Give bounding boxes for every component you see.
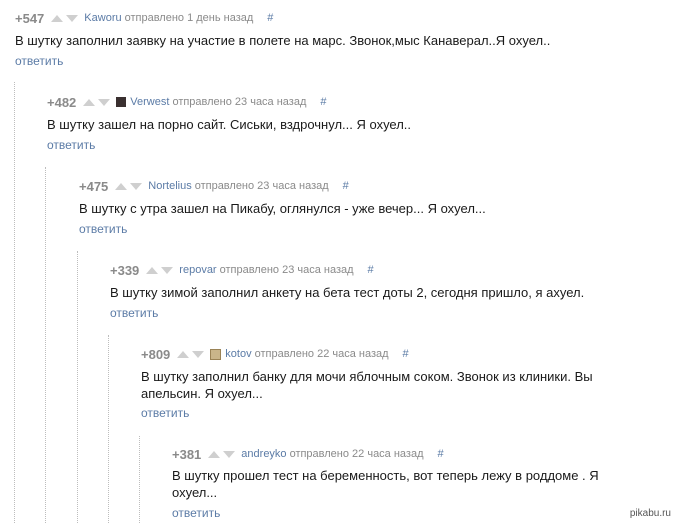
comment-permalink[interactable]: # xyxy=(343,180,349,192)
avatar xyxy=(116,97,127,107)
reply-link[interactable]: ответить xyxy=(172,506,220,520)
thread-line xyxy=(45,167,46,523)
thread-line xyxy=(14,82,15,523)
comment-text: В шутку зимой заполнил анкету на бета те… xyxy=(110,285,585,300)
comment-rating: +339 xyxy=(110,262,140,278)
vote-controls xyxy=(208,450,236,458)
vote-down-icon[interactable] xyxy=(98,98,111,106)
comment: +339 repovar отправлено 23 часа назад # … xyxy=(110,262,650,322)
vote-controls xyxy=(115,182,143,190)
comment: +475 Nortelius отправлено 23 часа назад … xyxy=(79,178,649,238)
vote-controls xyxy=(83,98,111,106)
comment-meta: +381 andreyko отправлено 22 часа назад # xyxy=(172,446,444,462)
reply-link[interactable]: ответить xyxy=(47,138,95,152)
comment-text: В шутку заполнил заявку на участие в пол… xyxy=(15,33,551,48)
vote-down-icon[interactable] xyxy=(192,350,205,358)
comment-timestamp: отправлено 1 день назад xyxy=(124,12,254,24)
comment-timestamp: отправлено 23 часа назад xyxy=(219,264,354,276)
comment-rating: +809 xyxy=(141,346,171,362)
reply-link[interactable]: ответить xyxy=(141,406,189,420)
comment: +482 Verwest отправлено 23 часа назад # … xyxy=(47,94,647,154)
thread-line xyxy=(108,335,109,523)
comment-meta: +547 Kaworu отправлено 1 день назад # xyxy=(15,10,273,26)
vote-controls xyxy=(146,266,174,274)
comment-meta: +809 kotov отправлено 22 часа назад # xyxy=(141,346,409,362)
vote-up-icon[interactable] xyxy=(115,182,128,190)
comment-timestamp: отправлено 23 часа назад xyxy=(172,96,307,108)
vote-controls xyxy=(177,350,205,358)
comment-rating: +482 xyxy=(47,94,77,110)
comment-author[interactable]: Nortelius xyxy=(148,180,191,192)
comment: +809 kotov отправлено 22 часа назад # В … xyxy=(141,346,601,426)
vote-up-icon[interactable] xyxy=(146,266,159,274)
comment-meta: +482 Verwest отправлено 23 часа назад # xyxy=(47,94,327,110)
comment-meta: +475 Nortelius отправлено 23 часа назад … xyxy=(79,178,349,194)
comment-author[interactable]: Verwest xyxy=(130,96,169,108)
watermark: pikabu.ru xyxy=(629,508,671,519)
comment-text: В шутку с утра зашел на Пикабу, оглянулс… xyxy=(79,201,486,216)
comment-permalink[interactable]: # xyxy=(438,448,444,460)
vote-down-icon[interactable] xyxy=(223,450,236,458)
comment-timestamp: отправлено 22 часа назад xyxy=(289,448,424,460)
vote-up-icon[interactable] xyxy=(177,350,190,358)
comment-author[interactable]: kotov xyxy=(225,348,251,360)
comment-rating: +475 xyxy=(79,178,109,194)
thread-line xyxy=(139,436,140,523)
avatar xyxy=(210,348,222,360)
comment-author[interactable]: repovar xyxy=(179,264,216,276)
comment-permalink[interactable]: # xyxy=(267,12,273,24)
reply-link[interactable]: ответить xyxy=(79,222,127,236)
comment-permalink[interactable]: # xyxy=(368,264,374,276)
comment-rating: +381 xyxy=(172,446,202,462)
reply-link[interactable]: ответить xyxy=(15,54,63,68)
reply-link[interactable]: ответить xyxy=(110,306,158,320)
comment-author[interactable]: Kaworu xyxy=(84,12,121,24)
comment: +547 Kaworu отправлено 1 день назад # В … xyxy=(15,10,655,70)
vote-down-icon[interactable] xyxy=(66,14,79,22)
comment-text: В шутку заполнил банку для мочи яблочным… xyxy=(141,369,593,401)
vote-down-icon[interactable] xyxy=(161,266,174,274)
comment-text: В шутку прошел тест на беременность, вот… xyxy=(172,468,599,500)
comment: +381 andreyko отправлено 22 часа назад #… xyxy=(172,446,612,523)
vote-up-icon[interactable] xyxy=(51,14,64,22)
comment-timestamp: отправлено 23 часа назад xyxy=(194,180,329,192)
thread-line xyxy=(77,251,78,523)
comment-permalink[interactable]: # xyxy=(403,348,409,360)
comment-rating: +547 xyxy=(15,10,45,26)
comment-timestamp: отправлено 22 часа назад xyxy=(254,348,389,360)
vote-down-icon[interactable] xyxy=(130,182,143,190)
comment-meta: +339 repovar отправлено 23 часа назад # xyxy=(110,262,374,278)
comment-author[interactable]: andreyko xyxy=(241,448,286,460)
vote-up-icon[interactable] xyxy=(208,450,221,458)
comment-text: В шутку зашел на порно сайт. Сиськи, взд… xyxy=(47,117,412,132)
comment-permalink[interactable]: # xyxy=(320,96,326,108)
vote-controls xyxy=(51,14,79,22)
vote-up-icon[interactable] xyxy=(83,98,96,106)
